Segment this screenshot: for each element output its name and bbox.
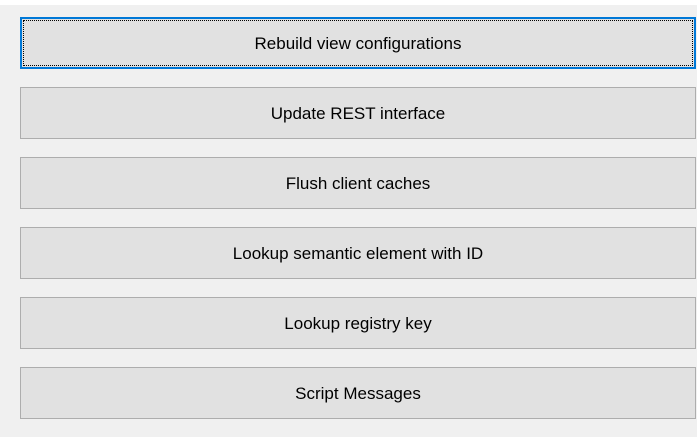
- update-rest-interface-button[interactable]: Update REST interface: [20, 87, 696, 139]
- lookup-semantic-element-label: Lookup semantic element with ID: [232, 243, 484, 263]
- lookup-semantic-element-button[interactable]: Lookup semantic element with ID: [20, 227, 696, 279]
- panel-top-edge: [0, 0, 697, 5]
- action-button-list: Rebuild view configurations Update REST …: [20, 17, 696, 437]
- flush-client-caches-label: Flush client caches: [285, 173, 431, 193]
- update-rest-interface-label: Update REST interface: [270, 103, 446, 123]
- script-messages-button[interactable]: Script Messages: [20, 367, 696, 419]
- flush-client-caches-button[interactable]: Flush client caches: [20, 157, 696, 209]
- lookup-registry-key-label: Lookup registry key: [284, 313, 432, 333]
- rebuild-view-configurations-label: Rebuild view configurations: [254, 33, 462, 53]
- script-messages-label: Script Messages: [295, 383, 421, 403]
- lookup-registry-key-button[interactable]: Lookup registry key: [20, 297, 696, 349]
- tools-panel: Rebuild view configurations Update REST …: [0, 0, 697, 430]
- rebuild-view-configurations-button[interactable]: Rebuild view configurations: [20, 17, 696, 69]
